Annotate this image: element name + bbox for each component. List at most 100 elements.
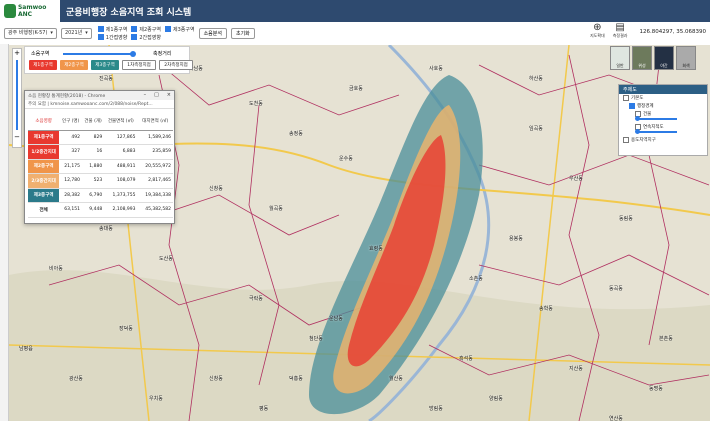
cadastral-opacity-slider[interactable] xyxy=(635,129,677,134)
chevron-down-icon: ▾ xyxy=(85,29,88,36)
value-cell: 16 xyxy=(81,144,105,160)
zone-cell: 제3종구역 xyxy=(28,188,60,203)
map-place-label: 방림동 xyxy=(429,406,443,412)
zone-cell: 제2종구역 xyxy=(28,159,60,174)
zoom-control[interactable]: + − xyxy=(12,48,22,148)
zone-button-2[interactable]: 제3종구역 xyxy=(91,60,119,70)
airfield-select[interactable]: 광주 비행장(K-57) ▾ xyxy=(4,27,57,39)
layer-building[interactable]: 건물 xyxy=(619,110,707,118)
table-row: 제3종구역 28,382 6,790 1,373,755 19,384,338 xyxy=(28,188,173,203)
checkbox-zone3[interactable]: 제3종구역 xyxy=(164,26,195,33)
map-place-label: 하산동 xyxy=(529,76,543,82)
building-opacity-slider[interactable] xyxy=(635,116,677,121)
map-place-label: 흑석동 xyxy=(459,356,473,362)
close-icon[interactable]: × xyxy=(167,92,171,98)
basemap-satellite[interactable]: 위성 xyxy=(632,46,652,70)
table-header: 소음영향 xyxy=(28,112,60,131)
slider-handle[interactable] xyxy=(130,51,136,57)
zone-cell: 제1종구역 xyxy=(28,130,60,145)
layer-admin-boundary[interactable]: 행정경계 xyxy=(619,102,707,110)
table-row: 전체 63,151 9,448 2,108,993 45,382,582 xyxy=(28,202,173,218)
table-row: 제2종구역 21,175 1,880 488,911 20,555,972 xyxy=(28,159,173,174)
value-cell: 488,911 xyxy=(104,159,138,174)
app-window: Samwoo ANC 군용비행장 소음지역 조회 시스템 광주 비행장(K-57… xyxy=(0,0,710,421)
map-place-label: 월곡동 xyxy=(269,206,283,212)
zone-button-3[interactable]: 1차측정지점 xyxy=(122,60,156,70)
map-place-label: 송정동 xyxy=(289,131,303,137)
checkbox-zone2[interactable]: 제2종구역 xyxy=(131,26,161,33)
zone-cell: 1/2중간지대 xyxy=(28,144,60,160)
map-place-label: 남평읍 xyxy=(19,346,33,352)
value-cell: 45,382,582 xyxy=(137,202,173,218)
logo-icon xyxy=(4,4,16,18)
map-place-label: 송학동 xyxy=(539,306,553,312)
map-place-label: 도산동 xyxy=(159,256,173,262)
table-header: 인구 (명) xyxy=(59,112,82,131)
map-place-label: 동림동 xyxy=(619,216,633,222)
minimize-icon[interactable]: – xyxy=(144,92,147,98)
checkbox-indirect1[interactable]: 1간접영향 xyxy=(97,34,127,41)
noise-slider[interactable] xyxy=(63,51,136,57)
chevron-down-icon: ▾ xyxy=(50,29,53,36)
zoom-out-icon[interactable]: − xyxy=(14,133,20,141)
distance-label: 축정거리 xyxy=(153,51,172,57)
basemap-general[interactable]: 일반 xyxy=(610,46,630,70)
map-place-label: 효령동 xyxy=(369,246,383,252)
map-place-label: 연산동 xyxy=(609,416,623,421)
map-place-label: 금호동 xyxy=(349,86,363,92)
table-header: 건물면적 (㎡) xyxy=(104,112,138,131)
maximize-icon[interactable]: □ xyxy=(154,92,159,98)
value-cell: 492 xyxy=(59,130,82,145)
map-place-label: 신창동 xyxy=(209,186,223,192)
coordinate-readout: 126.804297, 35.068390 xyxy=(639,29,706,35)
value-cell: 9,448 xyxy=(81,202,105,218)
reset-button[interactable]: 초기화 xyxy=(230,27,255,39)
table-header: 대지면적 (㎡) xyxy=(137,112,173,131)
year-select[interactable]: 2021년 ▾ xyxy=(60,27,92,39)
basemap-night[interactable]: 야간 xyxy=(654,46,674,70)
noise-label: 소음구역 xyxy=(31,51,50,57)
map-place-label: 동명동 xyxy=(649,386,663,392)
map-place-label: 본촌동 xyxy=(659,336,673,342)
map-place-label: 덕흥동 xyxy=(289,376,303,382)
zoom-in-icon[interactable]: + xyxy=(14,49,20,57)
zone-button-4[interactable]: 2차측정지점 xyxy=(159,60,193,70)
value-cell: 523 xyxy=(81,173,105,189)
value-cell: 2,108,993 xyxy=(104,202,138,218)
zone-button-0[interactable]: 제1종구역 xyxy=(29,60,57,70)
map-place-label: 월산동 xyxy=(389,376,403,382)
layer-cadastral[interactable]: 연속지적도 xyxy=(619,123,707,131)
value-cell: 235,859 xyxy=(137,144,173,160)
checkbox-zone1[interactable]: 제1종구역 xyxy=(97,26,127,33)
map-place-label: 우치동 xyxy=(149,396,163,402)
value-cell: 1,880 xyxy=(81,159,105,174)
value-cell: 1,373,755 xyxy=(104,188,138,203)
map-place-label: 평동 xyxy=(259,406,269,412)
basemap-gray[interactable]: 회색 xyxy=(676,46,696,70)
value-cell: 28,382 xyxy=(59,188,82,203)
layer-panel-title: 주제도 xyxy=(619,85,707,94)
map-place-label: 비아동 xyxy=(49,266,63,272)
map-place-label: 장덕동 xyxy=(119,326,133,332)
map-tools: ⊕ 지도확대 ▤ 측정결과 xyxy=(590,22,627,39)
radius-panel: 소음구역 축정거리 제1종구역 제2종구역 제3종구역 1차측정지점 2차측정지점 xyxy=(24,46,193,74)
layer-basemap[interactable]: 기본도 xyxy=(619,94,707,102)
magnifier-plus-icon: ⊕ xyxy=(593,22,602,33)
map-place-label: 신창동 xyxy=(209,376,223,382)
checkbox-indirect2[interactable]: 2간접영향 xyxy=(131,34,161,41)
layer-zoning[interactable]: 용도지역지구 xyxy=(619,136,707,144)
value-cell: 829 xyxy=(81,130,105,145)
map-place-label: 진곡동 xyxy=(99,76,113,82)
logo: Samwoo ANC xyxy=(0,0,60,22)
popup-titlebar: 소음 현황창 통계현황(2018) - Chrome – □ × xyxy=(25,91,174,100)
result-tool-button[interactable]: ▤ 측정결과 xyxy=(613,22,628,39)
zone-cell: 전체 xyxy=(28,202,60,218)
value-cell: 19,384,338 xyxy=(137,188,173,203)
table-row: 2/3중간지대 12,780 523 108,079 2,817,465 xyxy=(28,173,173,189)
zone-button-1[interactable]: 제2종구역 xyxy=(60,60,88,70)
value-cell: 63,151 xyxy=(59,202,82,218)
value-cell: 6,790 xyxy=(81,188,105,203)
noise-analysis-button[interactable]: 소음분석 xyxy=(198,27,227,39)
zoom-tool-button[interactable]: ⊕ 지도확대 xyxy=(590,22,605,39)
map-place-label: 극락동 xyxy=(249,296,263,302)
